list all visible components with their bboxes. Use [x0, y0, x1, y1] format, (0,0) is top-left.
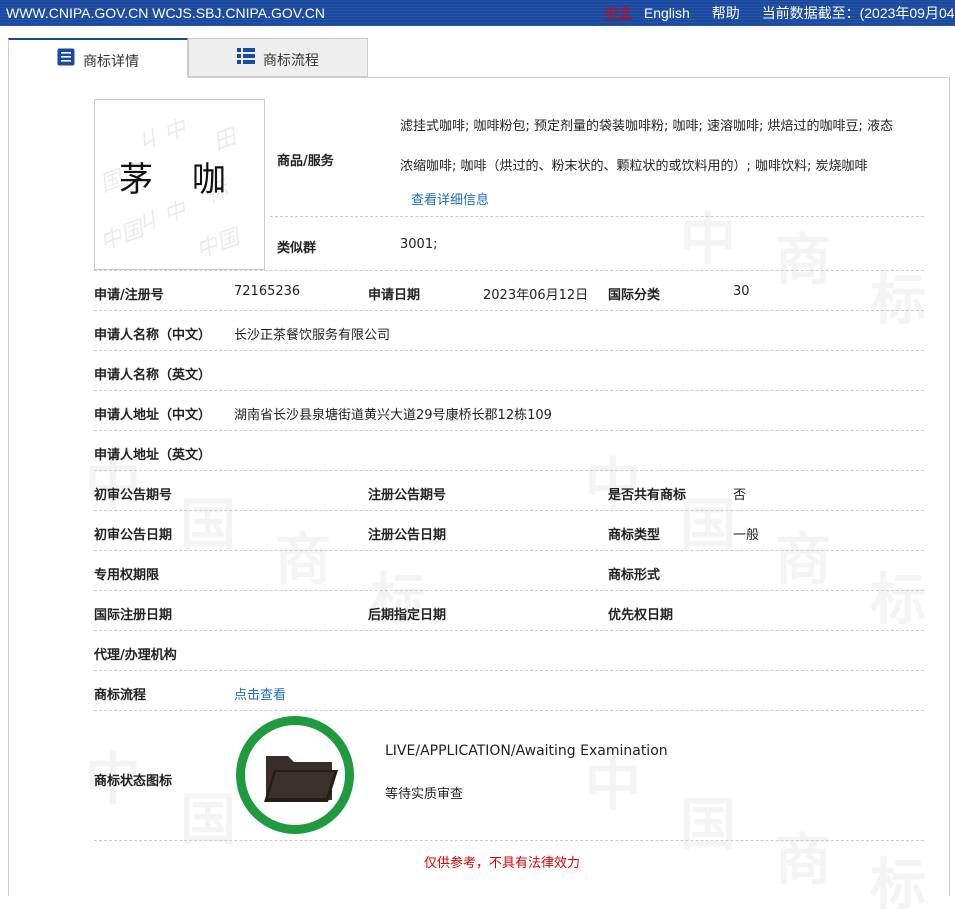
tm-form-label: 商标形式	[608, 568, 661, 583]
divider	[94, 710, 924, 711]
prelim-no-label: 初审公告期号	[94, 488, 173, 503]
prelim-date-label: 初审公告日期	[94, 528, 173, 543]
exclusive-period-label: 专用权期限	[94, 568, 160, 583]
reg-notice-date-label: 注册公告日期	[368, 528, 447, 543]
view-detail-link[interactable]: 查看详细信息	[411, 189, 489, 208]
tab-trademark-detail[interactable]: 商标详情	[8, 38, 188, 78]
reg-no-value: 72165236	[234, 284, 301, 299]
intl-class-value: 30	[733, 284, 750, 299]
divider	[94, 840, 924, 841]
address-cn-value: 湖南省长沙县泉塘街道黄兴大道29号康桥长郡12栋109	[234, 408, 552, 423]
divider	[94, 390, 924, 391]
lang-english-link[interactable]: English	[644, 5, 690, 21]
disclaimer: 仅供参考，不具有法律效力	[424, 856, 581, 871]
status-en: LIVE/APPLICATION/Awaiting Examination	[385, 743, 668, 759]
reg-notice-no-label: 注册公告期号	[368, 488, 447, 503]
site-url: WWW.CNIPA.GOV.CN WCJS.SBJ.CNIPA.GOV.CN	[6, 5, 325, 21]
tab-label: 商标流程	[263, 53, 319, 69]
trademark-image: ㄐ 中 田 国商 标 ㄐ 中 中国 中国 茅 咖	[94, 99, 265, 270]
lang-chinese-link[interactable]: 中文	[604, 5, 632, 21]
divider	[94, 310, 924, 311]
divider	[94, 550, 924, 551]
similar-group-label: 类似群	[277, 241, 317, 256]
applicant-cn-value: 长沙正茶餐饮服务有限公司	[234, 328, 391, 343]
trademark-text: 茅 咖	[119, 160, 240, 200]
address-cn-label: 申请人地址（中文）	[94, 408, 212, 423]
tab-label: 商标详情	[83, 54, 139, 70]
divider	[94, 510, 924, 511]
divider	[270, 216, 924, 217]
divider	[94, 470, 924, 471]
reg-no-label: 申请/注册号	[94, 288, 164, 303]
status-label: 商标状态图标	[94, 774, 173, 789]
goods-line: 浓缩咖啡; 咖啡（烘过的、粉末状的、颗粒状的或饮料用的）; 咖啡饮料; 炭烧咖啡	[400, 159, 868, 174]
top-links: 中文 English 帮助 当前数据截至：(2023年09月04	[604, 0, 955, 26]
shared-label: 是否共有商标	[608, 488, 687, 503]
priority-date-label: 优先权日期	[608, 608, 674, 623]
applicant-en-label: 申请人名称（英文）	[94, 368, 212, 383]
address-en-label: 申请人地址（英文）	[94, 448, 212, 463]
tab-bar: 商标详情 商标流程	[8, 38, 948, 78]
applicant-cn-label: 申请人名称（中文）	[94, 328, 212, 343]
help-link[interactable]: 帮助	[712, 5, 740, 21]
intl-class-label: 国际分类	[608, 288, 661, 303]
app-date-value: 2023年06月12日	[483, 288, 589, 303]
tm-type-label: 商标类型	[608, 528, 661, 543]
agent-label: 代理/办理机构	[94, 648, 177, 663]
shared-value: 否	[733, 488, 747, 503]
divider	[94, 630, 924, 631]
goods-label: 商品/服务	[277, 154, 334, 169]
goods-list: 滤挂式咖啡; 咖啡粉包; 预定剂量的袋装咖啡粉; 咖啡; 速溶咖啡; 烘焙过的咖…	[400, 107, 930, 187]
tm-type-value: 一般	[733, 528, 760, 543]
folder-icon	[264, 756, 338, 802]
similar-group-value: 3001;	[400, 237, 438, 252]
status-icon	[236, 716, 354, 834]
status-cn: 等待实质审查	[385, 787, 464, 802]
top-bar: WWW.CNIPA.GOV.CN WCJS.SBJ.CNIPA.GOV.CN 中…	[0, 0, 955, 26]
process-label: 商标流程	[94, 688, 147, 703]
divider	[94, 350, 924, 351]
divider	[94, 430, 924, 431]
app-date-label: 申请日期	[368, 288, 421, 303]
divider	[94, 590, 924, 591]
intl-reg-date-label: 国际注册日期	[94, 608, 173, 623]
view-process-link[interactable]: 点击查看	[234, 684, 286, 703]
data-date: 当前数据截至：(2023年09月04	[761, 5, 955, 21]
tab-trademark-process[interactable]: 商标流程	[188, 38, 368, 77]
goods-line: 滤挂式咖啡; 咖啡粉包; 预定剂量的袋装咖啡粉; 咖啡; 速溶咖啡; 烘焙过的咖…	[400, 119, 894, 134]
later-date-label: 后期指定日期	[368, 608, 447, 623]
divider	[94, 670, 924, 671]
divider	[94, 270, 924, 271]
